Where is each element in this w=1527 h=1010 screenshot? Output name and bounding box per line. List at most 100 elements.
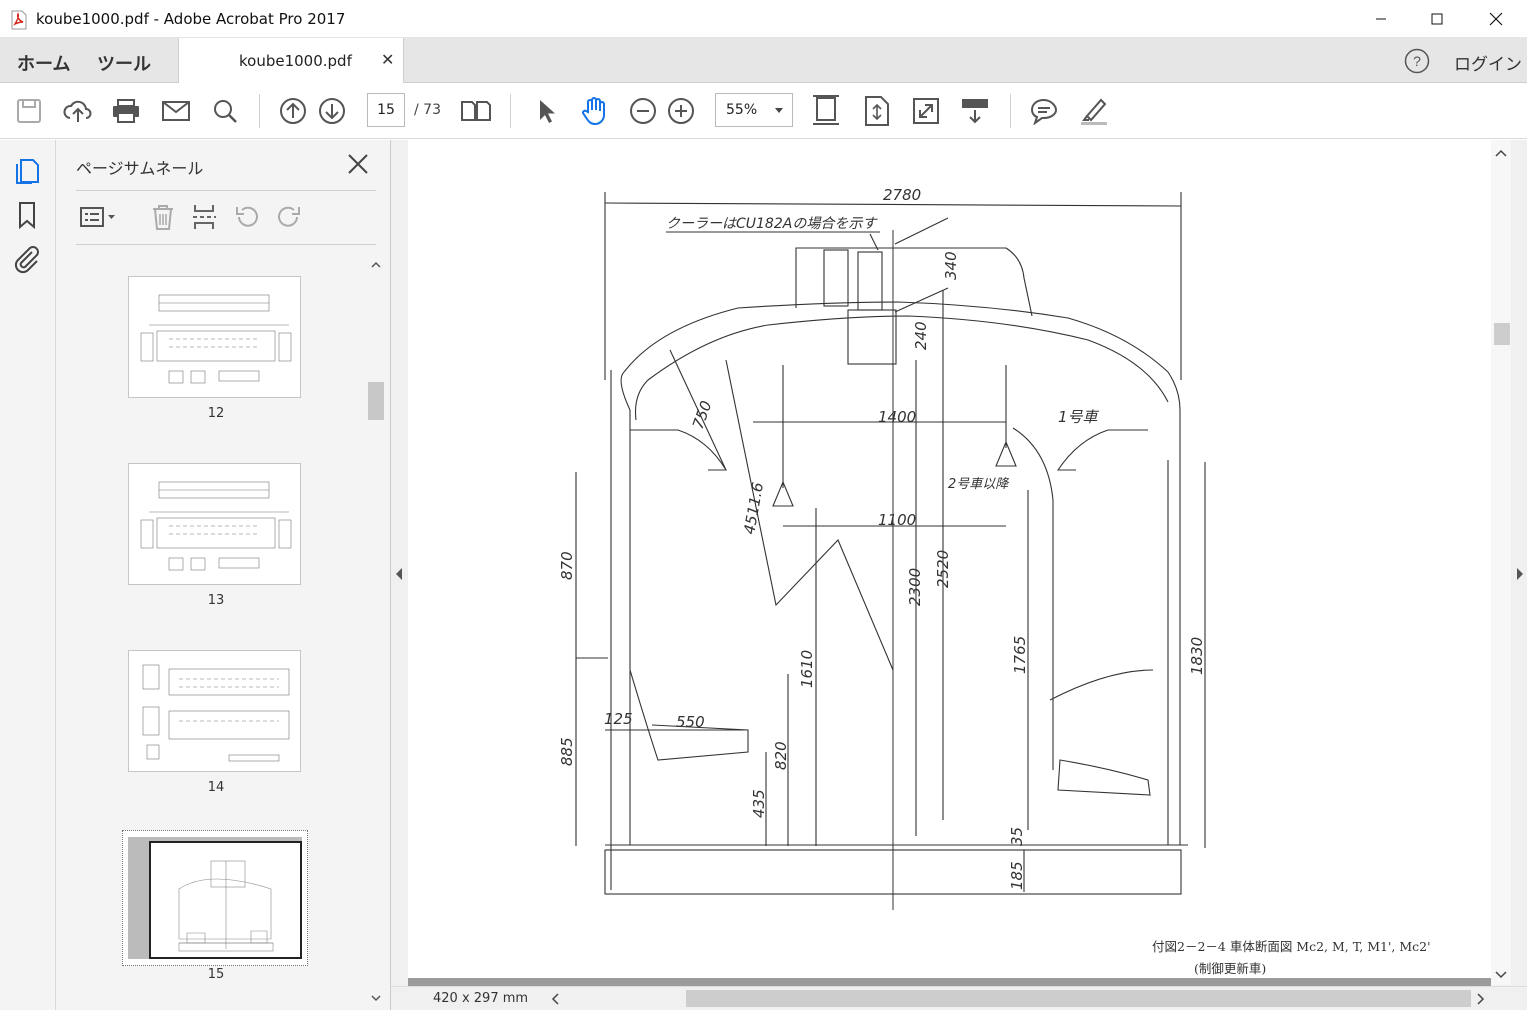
thumbnail-label: 14 [207,780,225,795]
toolbar-divider [510,94,511,128]
rotate-left-button[interactable] [232,202,262,232]
acrobat-pdf-icon [11,10,27,30]
maximize-button[interactable] [1414,0,1460,38]
thumbnail-scroll-thumb[interactable] [368,382,384,420]
close-icon [1489,12,1503,26]
fit-page-button[interactable] [810,95,842,127]
read-mode-icon [962,99,988,124]
search-button[interactable] [209,95,241,127]
page-display-button[interactable] [460,95,492,127]
maximize-icon [1431,13,1443,25]
email-button[interactable] [160,95,192,127]
car2-label: 2号車以降 [948,477,1010,492]
highlight-button[interactable] [1078,95,1110,127]
thumbnail-scrollbar[interactable] [368,258,384,1006]
dim-label-550: 550 [676,713,705,731]
read-mode-button[interactable] [959,95,991,127]
scroll-right-icon[interactable] [1475,992,1485,1006]
scroll-up-icon[interactable] [1494,148,1508,158]
page-size-label: 420 x 297 mm [433,991,529,1006]
scroll-left-icon[interactable] [551,992,561,1006]
page-number-input[interactable]: 15 [367,93,405,127]
toolbar-divider [259,94,260,128]
collapse-right-pane-icon[interactable] [1515,566,1525,582]
dim-label-1765: 1765 [1011,636,1029,674]
car-cross-section-drawing: 2780 クーラーはCU182Aの場合を示す 340 240 750 1400 … [558,186,1206,910]
tab-tools[interactable]: ツール [97,50,151,76]
search-icon [214,100,237,123]
figure-caption-sub: (制御更新車) [1194,961,1267,976]
close-window-button[interactable] [1473,0,1519,38]
extract-pages-button[interactable] [189,202,219,232]
dim-label-240: 240 [912,321,930,350]
save-button[interactable] [13,95,45,127]
thumbnail-label: 15 [207,967,225,982]
page-thumbnail-13[interactable] [128,463,301,585]
dim-label-35: 35 [1008,827,1026,846]
help-icon[interactable]: ? [1404,48,1430,74]
minimize-button[interactable] [1358,0,1404,38]
attachment-icon[interactable] [12,244,42,274]
navigation-rail [0,140,56,1010]
page-thumbnail-14[interactable] [128,650,301,772]
bookmark-icon[interactable] [12,200,42,230]
close-panel-icon[interactable] [346,152,370,176]
page-thumbnail-12[interactable] [128,276,301,398]
horizontal-scroll-thumb[interactable] [686,990,1471,1007]
page-thumbnail-15[interactable] [122,830,308,966]
vertical-scroll-thumb[interactable] [1494,323,1510,345]
dim-label-870: 870 [558,551,576,580]
options-menu-icon [80,207,115,227]
tab-bar: ホーム ツール koube1000.pdf ✕ [0,38,1527,83]
zoom-select[interactable]: 55% [715,93,793,127]
dim-label-2300: 2300 [906,568,924,606]
thumbnail-preview [140,294,292,384]
zoom-out-button[interactable] [627,95,659,127]
minimize-icon [1376,18,1386,20]
arrow-up-circle-icon [280,98,306,124]
toolbar-divider [1010,94,1011,128]
comment-button[interactable] [1028,95,1060,127]
collapse-left-pane-icon[interactable] [394,566,404,582]
panel-title: ページサムネール [76,159,204,178]
login-link[interactable]: ログイン [1454,50,1522,75]
hand-tool-button[interactable] [578,95,610,127]
full-screen-button[interactable] [910,95,942,127]
window-title: koube1000.pdf - Adobe Acrobat Pro 2017 [36,10,346,28]
email-icon [162,101,190,121]
thumbnails-panel: ページサムネール 12 13 14 15 [56,140,390,1010]
chevron-down-icon [775,108,783,113]
close-tab-icon[interactable]: ✕ [381,50,394,69]
tab-home[interactable]: ホーム [17,50,70,76]
dim-label-2520: 2520 [934,550,952,588]
scroll-mode-button[interactable] [861,95,893,127]
zoom-in-icon [668,98,694,124]
extract-pages-icon [193,205,216,229]
rotate-right-button[interactable] [274,202,304,232]
thumbnail-preview [140,481,292,571]
print-icon [113,99,139,123]
pointer-icon [540,100,555,123]
panel-divider [76,190,376,191]
dim-label-1610: 1610 [798,650,816,688]
scroll-down-icon[interactable] [1494,970,1508,980]
zoom-in-button[interactable] [665,95,697,127]
vertical-scrollbar[interactable] [1491,140,1511,985]
previous-page-button[interactable] [277,95,309,127]
delete-pages-button[interactable] [148,202,178,232]
fit-page-icon [813,95,839,125]
tab-document[interactable]: koube1000.pdf ✕ [178,38,404,83]
highlighter-icon [1081,98,1107,125]
dim-label-125: 125 [604,710,633,728]
print-button[interactable] [110,95,142,127]
car1-label: 1号車 [1058,408,1100,426]
title-bar: koube1000.pdf - Adobe Acrobat Pro 2017 [0,0,1527,38]
select-tool-button[interactable] [530,95,562,127]
page-thumbnails-icon[interactable] [12,156,42,186]
status-bar: 420 x 297 mm [391,986,1527,1010]
dim-label-2780: 2780 [883,186,921,204]
upload-button[interactable] [62,95,94,127]
next-page-button[interactable] [316,95,348,127]
rotate-left-icon [236,206,258,227]
thumbnail-options-button[interactable] [78,202,118,232]
